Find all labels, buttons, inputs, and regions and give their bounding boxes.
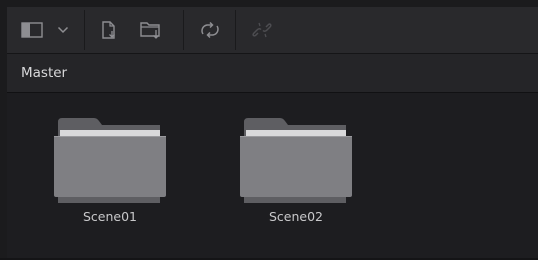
bin-header: Master	[7, 54, 538, 93]
import-folder-icon	[140, 22, 160, 39]
unlink-button[interactable]	[243, 7, 281, 53]
bin-list: Scene01 Scene02	[7, 93, 538, 260]
bin-item-scene01[interactable]: Scene01	[50, 113, 170, 233]
import-media-icon	[102, 21, 115, 39]
panel-toggle-icon	[21, 22, 43, 38]
toolbar-divider	[235, 10, 236, 50]
toolbar-divider	[183, 10, 184, 50]
panel-toggle-button[interactable]	[13, 7, 51, 53]
bin-item-scene02[interactable]: Scene02	[236, 113, 356, 233]
toolbar	[7, 7, 538, 54]
folder-icon	[240, 118, 352, 203]
bin-title: Master	[21, 65, 68, 81]
relink-button[interactable]	[191, 7, 229, 53]
folder-icon	[54, 118, 166, 203]
media-pool-panel: Master Scene01 Scene02	[7, 7, 538, 260]
chevron-down-icon	[57, 26, 69, 34]
import-folder-button[interactable]	[133, 7, 169, 53]
bin-label: Scene02	[268, 209, 324, 224]
toolbar-divider	[84, 10, 85, 50]
import-media-button[interactable]	[93, 7, 125, 53]
unlink-icon	[252, 22, 272, 38]
bin-label: Scene01	[82, 209, 138, 224]
panel-options-button[interactable]	[51, 7, 75, 53]
relink-icon	[201, 21, 219, 39]
